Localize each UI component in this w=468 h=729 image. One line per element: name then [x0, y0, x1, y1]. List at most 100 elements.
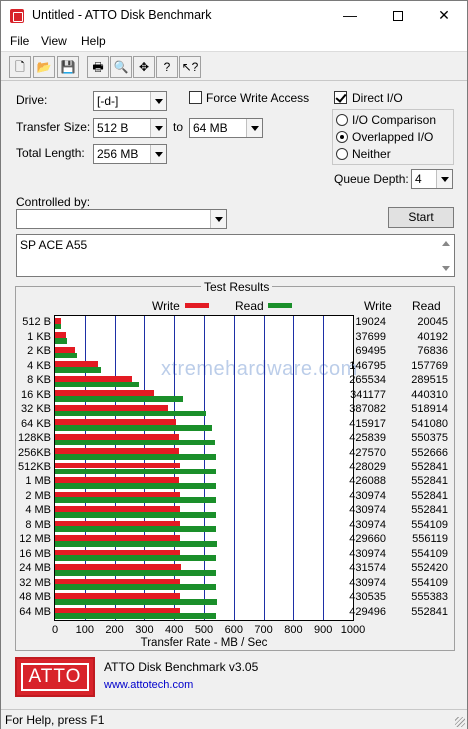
read-bar: [55, 439, 216, 446]
write-value: 431574: [349, 562, 386, 575]
title-bar: Untitled - ATTO Disk Benchmark — ✕: [1, 1, 467, 31]
chevron-down-icon: [436, 170, 452, 188]
attotech-link[interactable]: www.attotech.com: [104, 679, 193, 691]
y-tick-label: 32 KB: [21, 403, 51, 416]
queue-depth-select[interactable]: 4: [411, 169, 453, 189]
status-bar: For Help, press F1: [1, 709, 467, 729]
read-value: 157769: [411, 359, 448, 372]
read-value: 440310: [411, 388, 448, 401]
description-textarea[interactable]: SP ACE A55: [16, 234, 455, 277]
read-value: 555383: [411, 591, 448, 604]
resize-grip-icon[interactable]: [455, 717, 465, 727]
move-icon: ✥: [138, 60, 150, 74]
x-tick-label: 100: [75, 624, 94, 636]
toolbar: 🗋 📂 💾 🖶 🔍 ✥ ? ↖?: [1, 51, 467, 81]
overlapped-io-label: Overlapped I/O: [352, 130, 434, 144]
read-value: 554109: [411, 576, 448, 589]
x-tick-label: 0: [51, 624, 59, 636]
write-value: 341177: [350, 388, 386, 401]
write-value: 37699: [355, 330, 386, 343]
write-value: 69495: [355, 345, 386, 358]
y-tick-label: 12 MB: [19, 533, 51, 546]
transfer-size-to-select[interactable]: 64 MB: [189, 118, 263, 138]
neither-label: Neither: [352, 147, 391, 161]
overlapped-io-radio[interactable]: [336, 131, 348, 143]
new-icon: 🗋: [15, 60, 25, 74]
x-tick-label: 1000: [340, 624, 366, 636]
window-title: Untitled - ATTO Disk Benchmark: [32, 8, 212, 22]
total-length-value: 256 MB: [97, 147, 139, 161]
write-value: 430974: [349, 504, 386, 517]
read-bar: [55, 338, 67, 344]
gridline: [263, 316, 265, 620]
read-value: 40192: [417, 330, 448, 343]
context-help-icon: ↖?: [181, 60, 199, 74]
io-comparison-radio[interactable]: [336, 114, 348, 126]
read-value: 552841: [411, 489, 448, 502]
gridline: [293, 316, 295, 620]
chevron-down-icon: [210, 210, 226, 228]
write-value: 427570: [349, 446, 386, 459]
context-help-button[interactable]: ↖?: [179, 56, 201, 78]
read-bar: [55, 396, 184, 402]
write-value: 415917: [349, 417, 386, 430]
neither-radio[interactable]: [336, 148, 348, 160]
maximize-button[interactable]: [375, 1, 421, 31]
direct-io-checkbox[interactable]: [334, 91, 347, 104]
queue-depth-value: 4: [415, 172, 422, 186]
scroll-up-icon[interactable]: [439, 236, 453, 250]
read-bar: [55, 555, 217, 562]
write-value: 430974: [349, 576, 386, 589]
atto-logo: ATTO: [15, 657, 95, 697]
total-length-label: Total Length:: [16, 146, 85, 160]
y-tick-label: 8 KB: [27, 374, 51, 387]
transfer-from-value: 512 B: [97, 121, 129, 135]
read-value: 552841: [411, 475, 448, 488]
read-bar: [55, 352, 78, 359]
move-button[interactable]: ✥: [133, 56, 155, 78]
gridline: [233, 316, 235, 620]
atto-app-icon: [10, 9, 24, 23]
write-legend-label: Write: [152, 299, 180, 313]
drive-select[interactable]: [-d-]: [93, 91, 167, 111]
drive-value: [-d-]: [97, 94, 119, 108]
write-value: 430974: [349, 547, 386, 560]
force-write-checkbox[interactable]: [189, 91, 202, 104]
start-button[interactable]: Start: [388, 207, 454, 228]
write-value: 429496: [349, 605, 386, 618]
transfer-size-label: Transfer Size:: [16, 120, 91, 134]
open-button[interactable]: 📂: [33, 56, 55, 78]
read-bar: [55, 569, 216, 576]
write-value: 19024: [355, 316, 386, 329]
read-bar: [55, 497, 216, 504]
total-length-select[interactable]: 256 MB: [93, 144, 167, 164]
read-value: 76836: [417, 345, 448, 358]
scroll-down-icon[interactable]: [439, 262, 453, 276]
menu-help[interactable]: Help: [81, 34, 106, 48]
minimize-button[interactable]: —: [327, 1, 373, 31]
y-tick-label: 4 KB: [27, 359, 51, 372]
y-tick-label: 512 B: [22, 316, 51, 329]
controlled-by-select[interactable]: [16, 209, 227, 229]
chevron-down-icon: [150, 92, 166, 110]
version-text: ATTO Disk Benchmark v3.05: [104, 660, 259, 674]
atto-logo-text: ATTO: [21, 663, 89, 691]
y-tick-label: 256KB: [17, 446, 51, 459]
write-value: 425839: [349, 432, 386, 445]
save-button[interactable]: 💾: [57, 56, 79, 78]
close-button[interactable]: ✕: [421, 1, 467, 31]
chevron-down-icon: [150, 119, 166, 137]
menu-view[interactable]: View: [41, 34, 67, 48]
print-preview-button[interactable]: 🔍: [110, 56, 132, 78]
new-button[interactable]: 🗋: [9, 56, 31, 78]
read-bar: [55, 511, 216, 518]
direct-io-label: Direct I/O: [352, 91, 403, 105]
menu-file[interactable]: File: [10, 34, 29, 48]
read-value: 518914: [411, 403, 448, 416]
io-comparison-label: I/O Comparison: [352, 113, 437, 127]
y-tick-label: 48 MB: [19, 591, 51, 604]
print-button[interactable]: 🖶: [87, 56, 109, 78]
help-button[interactable]: ?: [156, 56, 178, 78]
transfer-size-from-select[interactable]: 512 B: [93, 118, 167, 138]
help-icon: ?: [163, 60, 171, 74]
